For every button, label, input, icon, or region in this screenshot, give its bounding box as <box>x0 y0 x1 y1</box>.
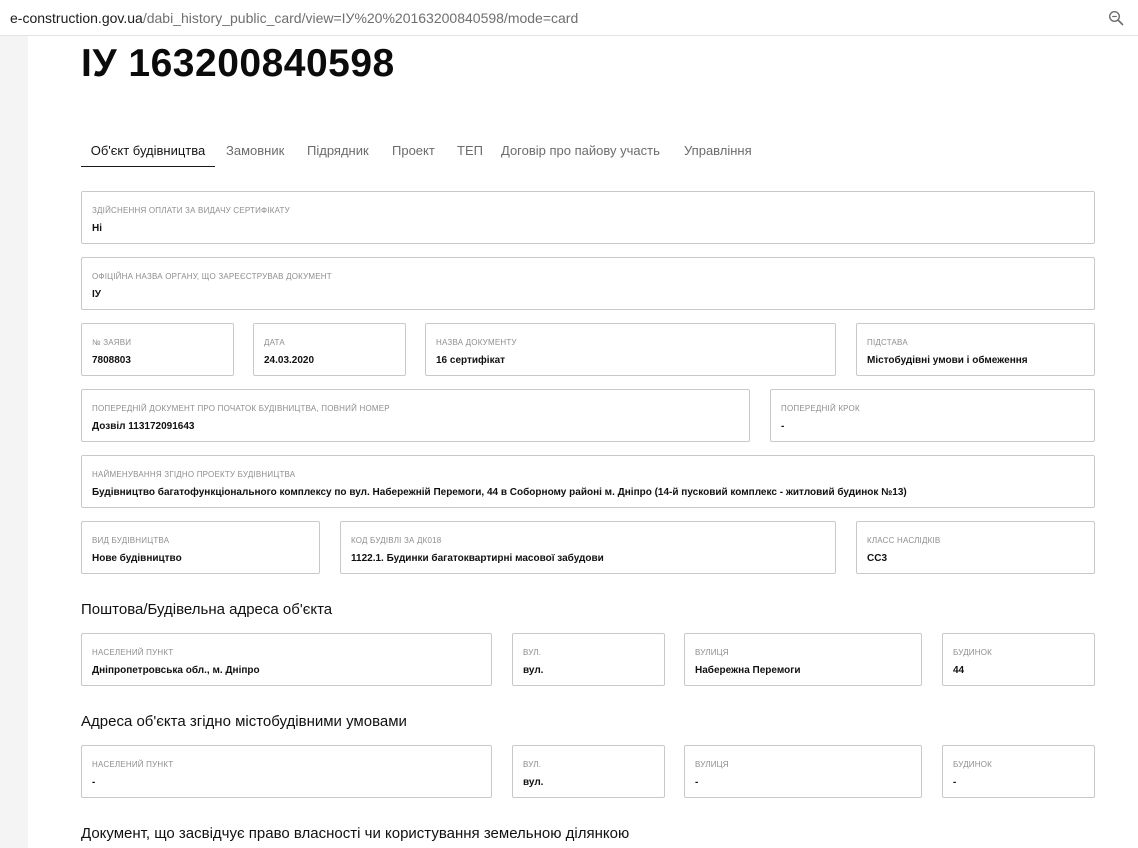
field-value: - <box>695 777 699 788</box>
field-value: Нове будівництво <box>92 553 182 564</box>
authority-field: Офіційна назва органу, що зареєстрував д… <box>81 257 1095 310</box>
document-name-field: Назва документу 16 сертифікат <box>425 323 836 376</box>
date-field: Дата 24.03.2020 <box>253 323 406 376</box>
construction-type-field: Вид будівництва Нове будівництво <box>81 521 320 574</box>
field-value: СС3 <box>867 553 888 564</box>
field-label: Населений пункт <box>92 760 174 769</box>
planning-settlement-field: Населений пункт - <box>81 745 492 798</box>
page-title: ІУ 163200840598 <box>81 42 395 85</box>
field-value: - <box>92 777 96 788</box>
url-text[interactable]: e-construction.gov.ua/dabi_history_publi… <box>10 9 578 27</box>
field-value: - <box>781 421 785 432</box>
field-label: Офіційна назва органу, що зареєстрував д… <box>92 272 332 281</box>
postal-settlement-field: Населений пункт Дніпропетровська обл., м… <box>81 633 492 686</box>
url-host: e-construction.gov.ua <box>10 10 143 26</box>
field-value: - <box>953 777 957 788</box>
field-label: № заяви <box>92 338 132 347</box>
field-value: Будівництво багатофункціонального компле… <box>92 487 907 498</box>
field-label: Попередній документ про початок будівниц… <box>92 404 390 413</box>
planning-address-heading: Адреса об'єкта згідно містобудівними умо… <box>81 713 407 730</box>
field-value: 24.03.2020 <box>264 355 315 366</box>
field-label: Найменування згідно проекту будівництва <box>92 470 296 479</box>
project-name-field: Найменування згідно проекту будівництва … <box>81 455 1095 508</box>
postal-house-field: Будинок 44 <box>942 633 1095 686</box>
previous-document-field: Попередній документ про початок будівниц… <box>81 389 750 442</box>
field-label: Вул. <box>523 760 542 769</box>
tab-object[interactable]: Об'єкт будівництва <box>81 136 215 167</box>
tab-tep[interactable]: ТЕП <box>457 136 483 166</box>
field-value: вул. <box>523 777 544 788</box>
address-bar[interactable]: e-construction.gov.ua/dabi_history_publi… <box>0 0 1138 36</box>
field-value: 7808803 <box>92 355 131 366</box>
tab-management[interactable]: Управління <box>684 136 752 166</box>
field-value: ІУ <box>92 289 101 300</box>
field-value: 1122.1. Будинки багатоквартирні масової … <box>351 553 604 564</box>
tab-customer[interactable]: Замовник <box>226 136 284 166</box>
field-label: Населений пункт <box>92 648 174 657</box>
postal-address-heading: Поштова/Будівельна адреса об'єкта <box>81 601 333 618</box>
payment-field: Здійснення оплати за видачу сертифікату … <box>81 191 1095 244</box>
field-label: Попередній крок <box>781 404 860 413</box>
field-label: Вулиця <box>695 760 729 769</box>
field-label: Підстава <box>867 338 908 347</box>
tab-project[interactable]: Проект <box>392 136 435 166</box>
tab-contractor[interactable]: Підрядник <box>307 136 369 166</box>
basis-field: Підстава Містобудівні умови і обмеження <box>856 323 1095 376</box>
field-value: 44 <box>953 665 965 676</box>
field-label: Код будівлі за ДК018 <box>351 536 442 545</box>
field-label: Вид будівництва <box>92 536 170 545</box>
field-label: Будинок <box>953 648 993 657</box>
field-value: Містобудівні умови і обмеження <box>867 355 1028 366</box>
field-label: Дата <box>264 338 285 347</box>
postal-street-field: Вулиця Набережна Перемоги <box>684 633 922 686</box>
field-value: Набережна Перемоги <box>695 665 801 676</box>
url-path: /dabi_history_public_card/view=ІУ%20%201… <box>142 10 579 26</box>
field-value: вул. <box>523 665 544 676</box>
application-number-field: № заяви 7808803 <box>81 323 234 376</box>
consequence-class-field: Класс наслідків СС3 <box>856 521 1095 574</box>
field-label: Вулиця <box>695 648 729 657</box>
magnifier-icon[interactable] <box>1108 10 1124 26</box>
field-label: Вул. <box>523 648 542 657</box>
land-document-heading: Документ, що засвідчує право власності ч… <box>81 825 630 842</box>
field-value: Дозвіл 113172091643 <box>92 421 195 432</box>
previous-step-field: Попередній крок - <box>770 389 1095 442</box>
planning-street-field: Вулиця - <box>684 745 922 798</box>
tab-share-agreement[interactable]: Договір про пайову участь <box>501 136 660 166</box>
planning-street-type-field: Вул. вул. <box>512 745 665 798</box>
field-label: Назва документу <box>436 338 517 347</box>
field-label: Здійснення оплати за видачу сертифікату <box>92 206 290 215</box>
building-code-field: Код будівлі за ДК018 1122.1. Будинки баг… <box>340 521 836 574</box>
field-value: 16 сертифікат <box>436 355 506 366</box>
planning-house-field: Будинок - <box>942 745 1095 798</box>
field-value: Дніпропетровська обл., м. Дніпро <box>92 665 260 676</box>
field-label: Класс наслідків <box>867 536 941 545</box>
card-page: ІУ 163200840598 Об'єкт будівництва Замов… <box>28 36 1138 848</box>
field-label: Будинок <box>953 760 993 769</box>
field-value: Ні <box>92 223 102 234</box>
postal-street-type-field: Вул. вул. <box>512 633 665 686</box>
